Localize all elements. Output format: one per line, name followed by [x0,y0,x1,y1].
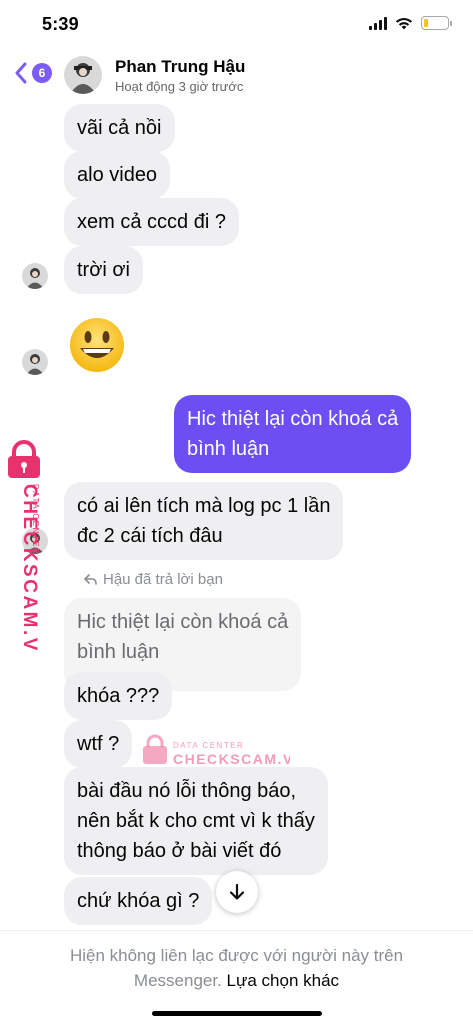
message-text-line: nên bắt k cho cmt vì k thấy [77,810,315,832]
contact-name[interactable]: Phan Trung Hậu [115,57,245,77]
message-bubble[interactable]: trời ơi [64,246,143,294]
watermark-tag: DATA CENTER [31,484,40,555]
message-text: chứ khóa gì ? [77,890,200,912]
wifi-icon [395,17,413,29]
arrow-down-icon [229,883,245,900]
home-indicator [152,1011,322,1016]
message-text-line: bình luận [187,438,270,460]
grinning-face-emoji[interactable] [68,316,126,379]
message-text: alo video [77,164,158,186]
message-bubble[interactable]: chứ khóa gì ? [64,877,213,925]
other-options-link[interactable]: Lựa chọn khác [227,971,340,990]
battery-level [424,19,429,27]
message-text-line: có ai lên tích mà log pc 1 lần [77,495,331,517]
status-bar: 5:39 [0,0,473,52]
checkscam-watermark-center: DATA CENTER CHECKSCAM.VN [140,733,304,773]
message-bubble[interactable]: khóa ??? [64,672,173,720]
chevron-left-icon [15,62,27,84]
lock-icon [8,440,40,478]
sender-avatar [22,263,48,289]
message-text-line: Hic thiệt lại còn khoá cả [187,408,399,430]
lock-icon [143,734,167,764]
message-bubble[interactable]: có ai lên tích mà log pc 1 lần đc 2 cái … [64,482,344,560]
contact-status: Hoạt động 3 giờ trước [115,79,244,94]
message-text: trời ơi [77,259,130,281]
scroll-to-bottom-button[interactable] [216,871,258,913]
reply-label-text: Hậu đã trả lời bạn [103,571,223,588]
notice-line-2: Messenger. [133,971,222,990]
message-text: xem cả cccd đi ? [77,211,226,233]
footer-notice: Hiện không liên lạc được với người này t… [0,930,473,1024]
checkscam-watermark-side: CHECKSCAM.VN DATA CENTER [2,440,54,669]
message-text: khóa ??? [77,685,160,707]
unread-count-badge: 6 [32,63,52,83]
signal-icon [369,16,387,30]
message-bubble[interactable]: bài đầu nó lỗi thông báo, nên bắt k cho … [64,767,328,875]
notice-line-1: Hiện không liên lạc được với người này t… [69,946,404,965]
sender-avatar [22,349,48,375]
message-bubble[interactable]: vãi cả nồi [64,104,175,152]
message-text: wtf ? [77,733,120,755]
watermark-brand: CHECKSCAM.VN [173,751,290,767]
watermark-tag: DATA CENTER [173,741,244,750]
message-bubble-outgoing[interactable]: Hic thiệt lại còn khoá cả bình luận [174,395,412,473]
message-bubble[interactable]: xem cả cccd đi ? [64,198,239,246]
back-button[interactable]: 6 [14,62,52,84]
footer-text: Hiện không liên lạc được với người này t… [0,943,473,993]
quoted-text-line: bình luận [77,641,160,663]
message-text: vãi cả nồi [77,117,162,139]
reply-label: Hậu đã trả lời bạn [84,571,223,588]
message-bubble[interactable]: alo video [64,151,171,199]
chat-header: 6 Phan Trung Hậu Hoạt động 3 giờ trước [0,48,473,100]
quoted-text-line: Hic thiệt lại còn khoá cả [77,611,289,633]
message-text-line: thông báo ở bài viết đó [77,840,282,862]
message-text-line: đc 2 cái tích đâu [77,525,223,547]
battery-icon [421,16,452,30]
message-text-line: bài đầu nó lỗi thông báo, [77,780,297,802]
message-bubble[interactable]: wtf ? [64,720,133,768]
status-time: 5:39 [42,14,79,34]
contact-avatar[interactable] [64,56,102,94]
status-icons [369,16,452,30]
reply-arrow-icon [84,574,97,585]
